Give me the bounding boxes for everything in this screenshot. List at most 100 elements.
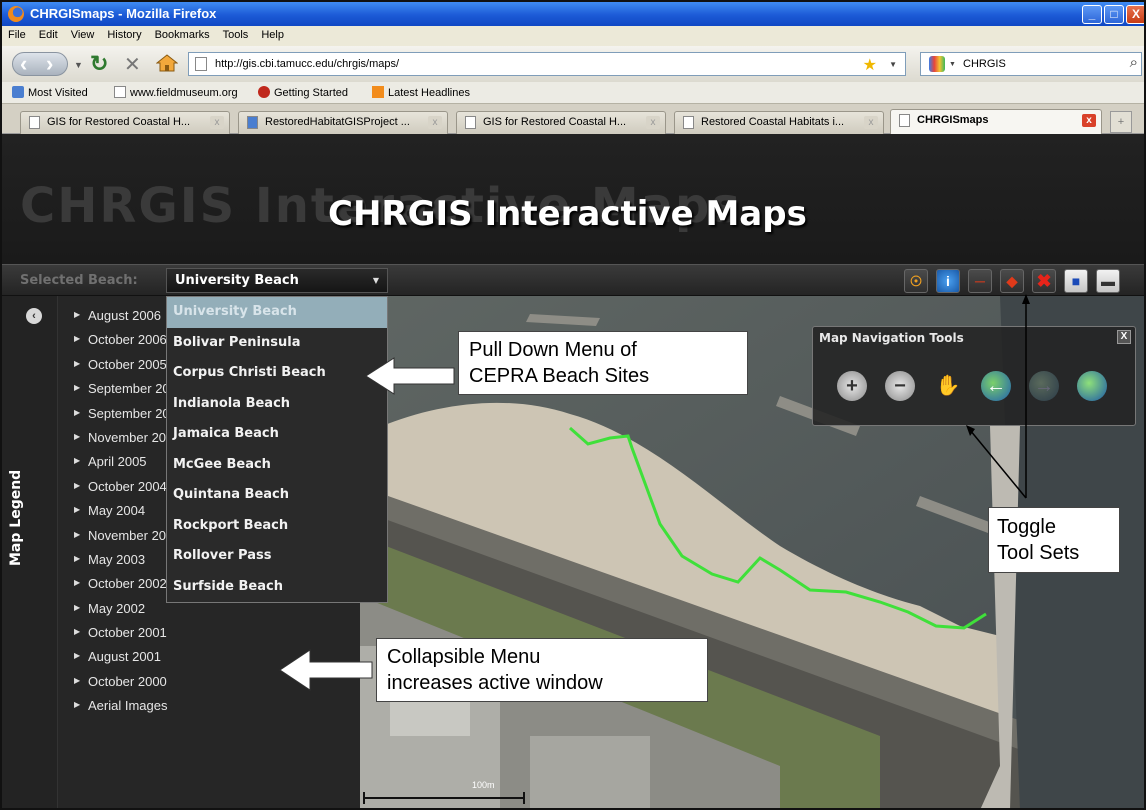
collapsible-annotation: Collapsible Menu increases active window [376, 638, 708, 702]
tab-close-icon[interactable]: x [210, 116, 224, 129]
tab-label: GIS for Restored Coastal H... [483, 116, 627, 128]
clear-icon[interactable]: ✖ [1032, 269, 1056, 293]
info-icon[interactable]: i [936, 269, 960, 293]
target-icon[interactable]: ☉ [904, 269, 928, 293]
reload-icon[interactable]: ↻ [90, 51, 108, 77]
page-icon [465, 116, 476, 129]
firefox-icon [8, 6, 24, 22]
bookmark-star-icon[interactable]: ★ [863, 55, 877, 75]
most-visited-icon [12, 86, 24, 98]
draw-icon[interactable]: ◆ [1000, 269, 1024, 293]
bookmark-fieldmuseum[interactable]: www.fieldmuseum.org [114, 86, 238, 99]
beach-option[interactable]: Rockport Beach [167, 511, 387, 542]
legend-item[interactable]: May 2002 [74, 601, 184, 625]
menu-tools[interactable]: Tools [217, 26, 256, 41]
tab-3[interactable]: GIS for Restored Coastal H... x [456, 111, 666, 134]
annotation-pointer-lines [966, 294, 1030, 499]
pulldown-annotation: Pull Down Menu of CEPRA Beach Sites [458, 331, 748, 395]
page-icon [899, 114, 910, 127]
left-arrow-icon [365, 357, 455, 395]
tab-label: Restored Coastal Habitats i... [701, 116, 845, 128]
app-header: CHRGIS Interactive Maps CHRGIS Interacti… [2, 134, 1144, 264]
tab-chrgismaps[interactable]: CHRGISmaps x [890, 109, 1102, 134]
close-window-button[interactable]: X [1126, 5, 1144, 24]
full-extent-globe-icon[interactable] [1077, 371, 1107, 401]
search-engine-dropdown-icon[interactable]: ▼ [949, 61, 956, 68]
bookmark-latest-headlines[interactable]: Latest Headlines [372, 86, 470, 99]
tab-1[interactable]: GIS for Restored Coastal H... x [20, 111, 230, 134]
url-dropdown-icon[interactable]: ▼ [889, 60, 897, 69]
page-icon [29, 116, 40, 129]
search-box[interactable]: ▼ CHRGIS ⌕ [920, 52, 1142, 76]
minimize-button[interactable]: _ [1082, 5, 1102, 24]
bookmark-getting-started[interactable]: Getting Started [258, 86, 348, 99]
selected-beach-label: Selected Beach: [20, 273, 138, 288]
stop-icon[interactable]: ✕ [124, 52, 141, 77]
tab-close-icon[interactable]: x [428, 116, 442, 129]
page-icon [195, 57, 207, 71]
bookmark-most-visited[interactable]: Most Visited [12, 86, 88, 99]
search-input[interactable]: CHRGIS [963, 58, 1006, 70]
beach-option[interactable]: Indianola Beach [167, 389, 387, 420]
title-bar: CHRGISmaps - Mozilla Firefox _ □ X [2, 2, 1144, 26]
tab-label: RestoredHabitatGISProject ... [265, 116, 410, 128]
menu-bookmarks[interactable]: Bookmarks [149, 26, 217, 41]
tab-2[interactable]: RestoredHabitatGISProject ... x [238, 111, 448, 134]
window-title: CHRGISmaps - Mozilla Firefox [30, 6, 217, 21]
building [530, 736, 650, 808]
rss-icon [372, 86, 384, 98]
browser-window: CHRGISmaps - Mozilla Firefox _ □ X File E… [0, 0, 1146, 810]
beach-option[interactable]: Jamaica Beach [167, 419, 387, 450]
maximize-button[interactable]: □ [1104, 5, 1124, 24]
bookmark-label: Getting Started [274, 87, 348, 99]
page-icon [683, 116, 694, 129]
tab-close-icon[interactable]: x [646, 116, 660, 129]
tab-4[interactable]: Restored Coastal Habitats i... x [674, 111, 884, 134]
toggle-annotation: Toggle Tool Sets [988, 507, 1120, 573]
tab-close-icon[interactable]: x [864, 116, 878, 129]
beach-select[interactable]: University Beach ▼ [166, 268, 388, 293]
chevron-down-icon: ▼ [372, 276, 379, 285]
menu-file[interactable]: File [2, 26, 33, 41]
back-forward-button[interactable] [12, 51, 68, 77]
menu-view[interactable]: View [65, 26, 102, 41]
legend-item[interactable]: Aerial Images [74, 698, 184, 722]
beach-option[interactable]: McGee Beach [167, 450, 387, 481]
pan-hand-icon[interactable]: ✋ [933, 371, 963, 401]
bookmarks-toolbar: Most Visited www.fieldmuseum.org Getting… [2, 82, 1144, 104]
search-icon[interactable]: ⌕ [1130, 54, 1138, 71]
beach-option[interactable]: Bolivar Peninsula [167, 328, 387, 359]
tab-scroll-icon[interactable]: + [1110, 111, 1132, 133]
beach-bar: Selected Beach: University Beach ▼ ☉ i ─… [2, 264, 1144, 296]
beach-select-value: University Beach [175, 273, 299, 288]
url-text[interactable]: http://gis.cbi.tamucc.edu/chrgis/maps/ [215, 58, 399, 70]
beach-option[interactable]: Corpus Christi Beach [167, 358, 387, 389]
home-icon[interactable] [155, 54, 179, 72]
left-arrow-icon [279, 649, 373, 691]
print-icon[interactable]: ▬ [1096, 269, 1120, 293]
tab-label: CHRGISmaps [917, 114, 989, 126]
map-legend-title[interactable]: Map Legend [8, 366, 24, 566]
close-icon[interactable]: X [1117, 330, 1131, 344]
collapse-legend-button[interactable]: ‹ [26, 308, 42, 324]
beach-option[interactable]: Rollover Pass [167, 541, 387, 572]
legend-item[interactable]: October 2001 [74, 625, 184, 649]
tab-label: GIS for Restored Coastal H... [47, 116, 191, 128]
tab-close-icon[interactable]: x [1082, 114, 1096, 127]
zoom-out-icon[interactable]: − [885, 371, 915, 401]
zoom-in-icon[interactable]: + [837, 371, 867, 401]
address-bar[interactable]: http://gis.cbi.tamucc.edu/chrgis/maps/ ★… [188, 52, 906, 76]
search-engine-icon[interactable] [929, 56, 945, 72]
save-icon[interactable]: ■ [1064, 269, 1088, 293]
beach-option[interactable]: Quintana Beach [167, 480, 387, 511]
history-dropdown-icon[interactable]: ▼ [74, 60, 83, 70]
beach-option[interactable]: University Beach [167, 297, 387, 328]
page-icon [114, 86, 126, 98]
menu-history[interactable]: History [101, 26, 148, 41]
measure-icon[interactable]: ─ [968, 269, 992, 293]
beach-option[interactable]: Surfside Beach [167, 572, 387, 603]
menu-edit[interactable]: Edit [33, 26, 65, 41]
legend-item[interactable]: August 2001 [74, 649, 184, 673]
legend-item[interactable]: October 2000 [74, 674, 184, 698]
menu-help[interactable]: Help [255, 26, 291, 41]
